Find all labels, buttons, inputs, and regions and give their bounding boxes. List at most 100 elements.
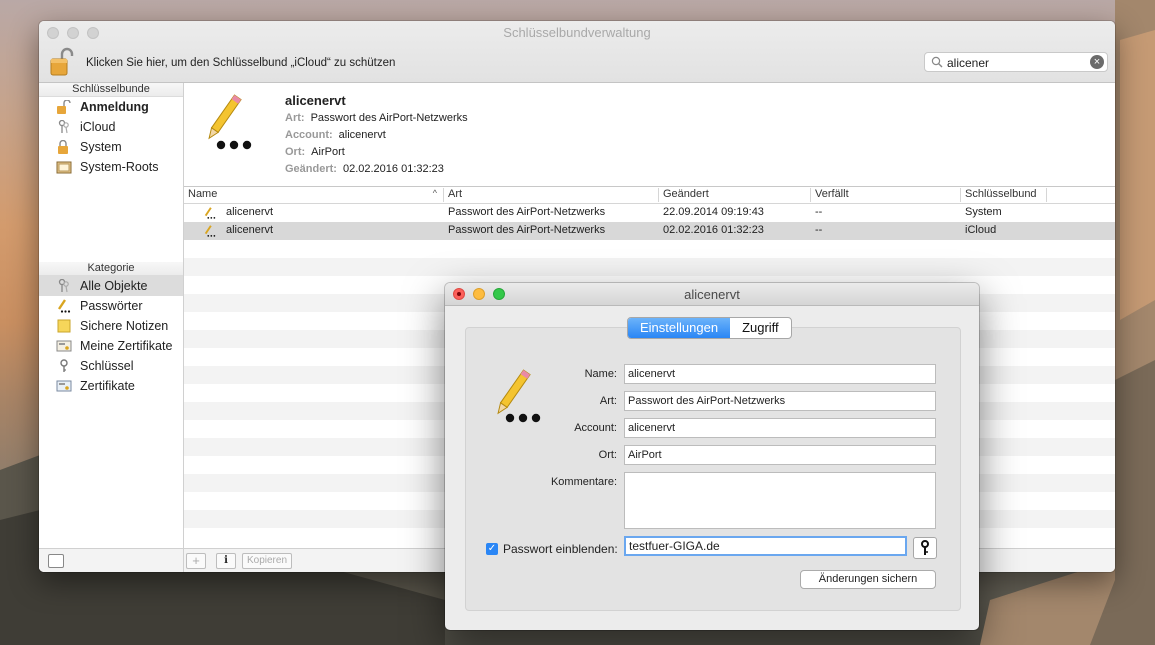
art-field[interactable]: Passwort des AirPort-Netzwerks bbox=[624, 391, 936, 411]
sidebar-item-alle-objekte[interactable]: Alle Objekte bbox=[39, 276, 183, 296]
pencil-dots-icon bbox=[204, 207, 216, 219]
sidebar-item-system-roots[interactable]: System-Roots bbox=[39, 157, 183, 177]
cell-name: alicenervt bbox=[226, 224, 274, 236]
column-header-geaendert[interactable]: Geändert bbox=[659, 188, 811, 202]
table-row[interactable]: alicenervt Passwort des AirPort-Netzwerk… bbox=[184, 204, 1115, 222]
sidebar-item-schluessel[interactable]: Schlüssel bbox=[39, 356, 183, 376]
table-row[interactable]: alicenervt Passwort des AirPort-Netzwerk… bbox=[184, 222, 1115, 240]
show-password-checkbox[interactable]: ✓ bbox=[486, 543, 498, 555]
window-title: Schlüsselbundverwaltung bbox=[503, 25, 651, 40]
detail-title: alicenervt bbox=[285, 93, 346, 108]
detail-changed-label: Geändert: bbox=[285, 163, 337, 175]
dialog-title-bar: alicenervt bbox=[445, 283, 979, 306]
password-field[interactable]: testfuer-GIGA.de bbox=[624, 536, 907, 556]
detail-art-label: Art: bbox=[285, 112, 305, 124]
sidebar-item-label: System-Roots bbox=[80, 160, 159, 174]
password-assistant-button[interactable] bbox=[913, 537, 937, 559]
sidebar-item-anmeldung[interactable]: Anmeldung bbox=[39, 97, 183, 117]
cell-keychain: iCloud bbox=[965, 224, 997, 236]
clear-search-icon[interactable]: × bbox=[1090, 55, 1104, 69]
dialog-tabs: Einstellungen Zugriff bbox=[627, 317, 792, 339]
tab-zugriff[interactable]: Zugriff bbox=[730, 318, 791, 338]
copy-button[interactable]: Kopieren bbox=[242, 553, 292, 569]
pencil-dots-icon bbox=[204, 225, 216, 237]
certificate-icon bbox=[56, 340, 72, 352]
sidebar-item-zertifikate[interactable]: Zertifikate bbox=[39, 376, 183, 396]
column-header-verfaellt[interactable]: Verfällt bbox=[811, 188, 961, 202]
certificate-icon bbox=[56, 380, 72, 392]
cell-art: Passwort des AirPort-Netzwerks bbox=[448, 206, 606, 218]
sort-ascending-icon: ^ bbox=[432, 188, 437, 198]
cell-name: alicenervt bbox=[226, 206, 274, 218]
sidebar-item-label: Passwörter bbox=[80, 299, 143, 313]
comment-field[interactable] bbox=[624, 472, 936, 529]
cell-expires: -- bbox=[815, 224, 823, 236]
sidebar-item-meine-zertifikate[interactable]: Meine Zertifikate bbox=[39, 336, 183, 356]
sidebar-item-label: Anmeldung bbox=[80, 100, 149, 114]
dialog-title: alicenervt bbox=[684, 287, 740, 302]
sidebar-item-label: Alle Objekte bbox=[80, 279, 148, 293]
ort-label: Ort: bbox=[598, 449, 617, 461]
cell-keychain: System bbox=[965, 206, 1002, 218]
category-section: Kategorie Alle Objekte Passwörter Sicher… bbox=[39, 262, 183, 396]
title-bar: Schlüsselbundverwaltung Klicken Sie hier… bbox=[39, 21, 1115, 83]
category-header: Kategorie bbox=[39, 262, 183, 276]
item-detail-pane: alicenervt Art: Passwort des AirPort-Netz… bbox=[184, 83, 1115, 187]
search-input[interactable]: alicener bbox=[947, 56, 989, 70]
show-password-label: Passwort einblenden: bbox=[503, 542, 618, 556]
detail-ort-value: AirPort bbox=[311, 146, 345, 158]
detail-art-value: Passwort des AirPort-Netzwerks bbox=[310, 112, 468, 124]
note-icon bbox=[57, 319, 71, 333]
key-icon bbox=[60, 359, 68, 372]
ort-field[interactable]: AirPort bbox=[624, 445, 936, 465]
sidebar: Schlüsselbunde Anmeldung iCloud System S… bbox=[39, 83, 184, 572]
password-icon bbox=[208, 94, 252, 150]
detail-ort-row: Ort: AirPort bbox=[285, 146, 345, 158]
comment-label: Kommentare: bbox=[550, 476, 617, 488]
art-label: Art: bbox=[599, 395, 617, 407]
detail-ort-label: Ort: bbox=[285, 146, 306, 158]
add-item-button[interactable]: + bbox=[186, 553, 206, 569]
lock-open-icon bbox=[57, 100, 71, 114]
tab-einstellungen[interactable]: Einstellungen bbox=[628, 318, 731, 338]
detail-account-label: Account: bbox=[285, 129, 333, 141]
keys-icon bbox=[58, 120, 69, 134]
cell-expires: -- bbox=[815, 206, 823, 218]
sidebar-item-sichere-notizen[interactable]: Sichere Notizen bbox=[39, 316, 183, 336]
account-label: Account: bbox=[574, 422, 617, 434]
pencil-dots-icon bbox=[58, 299, 71, 313]
lock-message[interactable]: Klicken Sie hier, um den Schlüsselbund „… bbox=[86, 57, 395, 69]
sidebar-item-icloud[interactable]: iCloud bbox=[39, 117, 183, 137]
password-icon bbox=[497, 369, 541, 423]
key-icon bbox=[921, 540, 929, 555]
keychains-header: Schlüsselbunde bbox=[39, 83, 183, 97]
show-status-button[interactable] bbox=[48, 554, 64, 568]
empty-row bbox=[184, 240, 1115, 258]
column-header-art[interactable]: Art bbox=[444, 188, 659, 202]
detail-account-row: Account: alicenervt bbox=[285, 129, 386, 141]
lock-open-icon[interactable] bbox=[49, 47, 75, 77]
cell-changed: 22.09.2014 09:19:43 bbox=[663, 206, 764, 218]
empty-row bbox=[184, 258, 1115, 276]
column-header-name[interactable]: Name ^ bbox=[184, 188, 444, 202]
column-header-schluesselbund[interactable]: Schlüsselbund bbox=[961, 188, 1047, 202]
item-dialog: alicenervt Einstellungen Zugriff Name: a… bbox=[445, 283, 979, 630]
info-button[interactable]: i bbox=[216, 553, 236, 569]
folder-icon bbox=[56, 161, 72, 174]
sidebar-item-passwoerter[interactable]: Passwörter bbox=[39, 296, 183, 316]
save-changes-button[interactable]: Änderungen sichern bbox=[800, 570, 936, 589]
sidebar-item-label: Meine Zertifikate bbox=[80, 339, 173, 353]
detail-changed-value: 02.02.2016 01:32:23 bbox=[342, 163, 444, 175]
detail-changed-row: Geändert: 02.02.2016 01:32:23 bbox=[285, 163, 444, 175]
sidebar-item-label: Sichere Notizen bbox=[80, 319, 169, 333]
name-field[interactable]: alicenervt bbox=[624, 364, 936, 384]
sidebar-footer bbox=[39, 548, 183, 572]
account-field[interactable]: alicenervt bbox=[624, 418, 936, 438]
sidebar-item-label: Schlüssel bbox=[80, 359, 134, 373]
search-field[interactable]: alicener × bbox=[924, 52, 1108, 72]
detail-art-row: Art: Passwort des AirPort-Netzwerks bbox=[285, 112, 468, 124]
sidebar-item-system[interactable]: System bbox=[39, 137, 183, 157]
search-icon bbox=[931, 56, 943, 68]
cell-art: Passwort des AirPort-Netzwerks bbox=[448, 224, 606, 236]
lock-icon bbox=[58, 140, 68, 154]
